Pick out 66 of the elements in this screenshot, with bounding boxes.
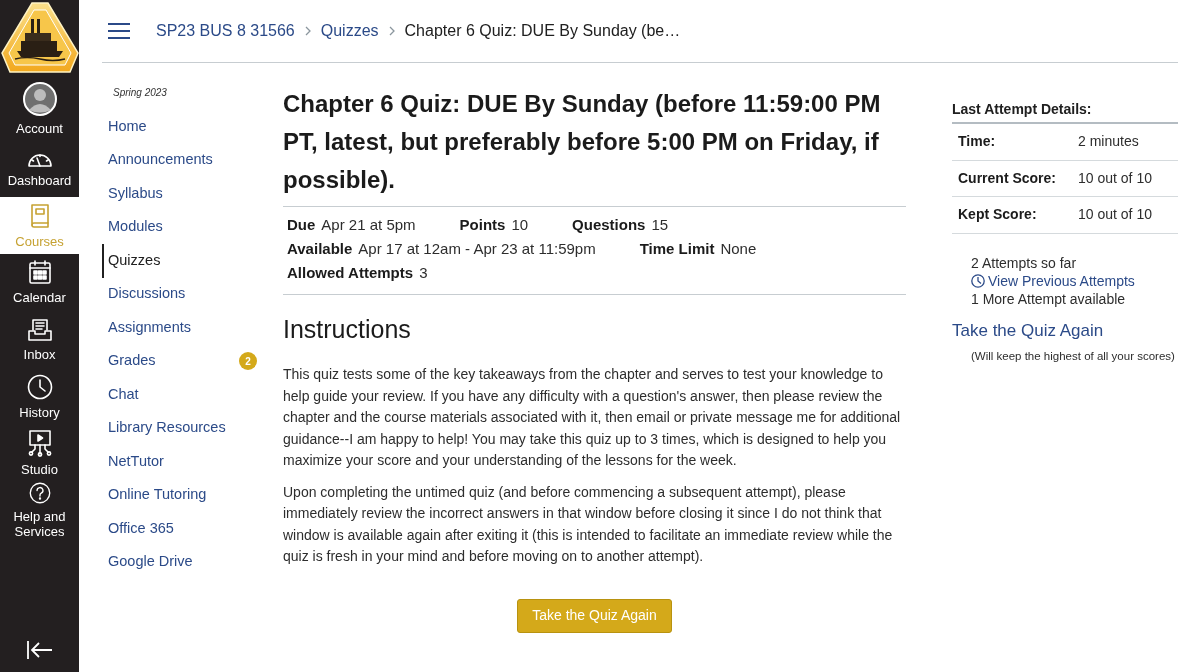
- steamboat-logo[interactable]: [0, 1, 79, 73]
- detail-label: Questions: [572, 215, 646, 235]
- attempt-value: 2 minutes: [1078, 132, 1139, 152]
- nav-link[interactable]: Help and Services: [0, 482, 79, 539]
- instructions-paragraph: This quiz tests some of the key takeaways from the chapter and serves to test your knowledge to help guide your review. If you have any difficulty with a question's answer, then please review the chapter and the course materials associated with it, then email or private message me for additional guidance--I am happy to help! You may take this quiz up to 3 times, which is designed to help you maximize your score and your understanding of the lessons for the week.: [283, 365, 902, 470]
- course-nav-link[interactable]: Quizzes: [102, 244, 260, 278]
- course-nav-link[interactable]: Home: [102, 110, 260, 144]
- calendar-icon: [27, 260, 52, 285]
- view-previous-attempts-link[interactable]: View Previous Attempts: [971, 271, 1135, 290]
- course-nav-link[interactable]: Syllabus: [102, 177, 260, 211]
- course-nav-link[interactable]: Discussions: [102, 277, 260, 311]
- detail-label: Available: [287, 239, 353, 259]
- course-nav-link[interactable]: Announcements: [102, 143, 260, 177]
- score-note: (Will keep the highest of all your scores): [971, 348, 1175, 364]
- book-icon: [28, 202, 51, 229]
- detail-value: 3: [419, 263, 428, 283]
- clock-icon: [26, 373, 53, 400]
- breadcrumb-link[interactable]: Quizzes: [320, 19, 379, 43]
- course-nav-link[interactable]: Modules: [102, 210, 260, 244]
- detail-value: 10: [511, 215, 529, 235]
- take-quiz-link[interactable]: Take the Quiz Again: [952, 319, 1104, 342]
- instructions-paragraph: Upon completing the untimed quiz (and before commencing a subsequent attempt), please immediately review the incorrect answers in that window before closing it since I do not think that window is available again after exiting it (this is intended to facilitate an immediate review while the quiz is fresh in your mind and before moving on to another attempt).: [283, 482, 894, 566]
- course-nav-link[interactable]: NetTutor: [102, 445, 260, 479]
- avatar-icon: [22, 82, 57, 116]
- attempt-label: Current Score:: [958, 168, 1058, 188]
- detail-label: Due: [287, 215, 316, 235]
- attempt-value: 10 out of 10: [1078, 205, 1152, 225]
- instructions-heading: Instructions: [283, 314, 411, 345]
- course-nav-link[interactable]: Chat: [102, 378, 260, 412]
- term-label: Spring 2023: [113, 87, 167, 99]
- nav-link[interactable]: Inbox: [0, 311, 79, 368]
- chevron-right-icon: [304, 26, 311, 36]
- inbox-tray-icon: [26, 317, 53, 342]
- detail-value: Apr 21 at 5pm: [321, 215, 416, 235]
- detail-value: Apr 17 at 12am - Apr 23 at 11:59pm: [358, 239, 596, 259]
- detail-label: Allowed Attempts: [287, 263, 414, 283]
- course-nav-link[interactable]: Google Drive: [102, 545, 260, 579]
- breadcrumb-link[interactable]: SP23 BUS 8 31566: [156, 19, 295, 43]
- chevron-right-icon: [388, 26, 395, 36]
- attempt-label: Kept Score:: [958, 205, 1038, 225]
- course-nav-link[interactable]: Assignments: [102, 311, 260, 345]
- course-nav-link[interactable]: Grades 2: [102, 344, 260, 378]
- quiz-title: Chapter 6 Quiz: DUE By Sunday (before 11:59:00 PM PT, latest, but preferably before 5:00 PM on Friday, if possible).: [283, 89, 882, 195]
- breadcrumb-current: Chapter 6 Quiz: DUE By Sunday (be…: [404, 21, 681, 41]
- attempts-count: 2 Attempts so far: [971, 253, 1077, 272]
- attempt-value: 10 out of 10: [1078, 168, 1152, 188]
- last-attempt-heading: Last Attempt Details:: [952, 99, 1178, 124]
- nav-link[interactable]: Dashboard: [0, 140, 79, 197]
- course-nav-link[interactable]: Office 365: [102, 512, 260, 546]
- course-nav-link[interactable]: Online Tutoring: [102, 478, 260, 512]
- attempt-label: Time:: [958, 132, 997, 152]
- clock-icon: [971, 273, 985, 288]
- detail-value: 15: [651, 215, 669, 235]
- nav-link[interactable]: Studio: [0, 425, 79, 482]
- remaining-attempts: 1 More Attempt available: [971, 289, 1126, 308]
- course-nav-link[interactable]: Library Resources: [102, 411, 260, 445]
- menu-icon[interactable]: [108, 23, 130, 39]
- nav-link[interactable]: History: [0, 368, 79, 425]
- detail-label: Time Limit: [639, 239, 715, 259]
- nav-link[interactable]: Account: [0, 78, 79, 140]
- detail-value: None: [720, 239, 757, 259]
- collapse-arrow-icon[interactable]: [26, 640, 53, 660]
- video-monitor-icon: [26, 430, 53, 457]
- nav-link[interactable]: Calendar: [0, 254, 79, 311]
- count-badge: 2: [239, 352, 257, 371]
- detail-label: Points: [459, 215, 506, 235]
